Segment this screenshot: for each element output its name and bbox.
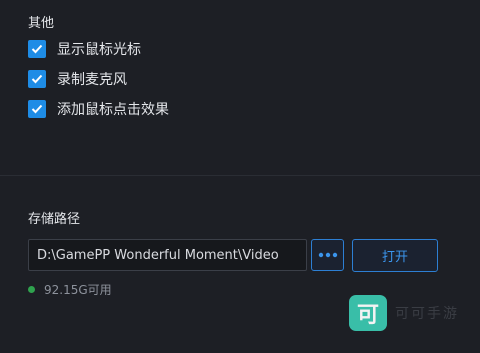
- checkbox-click-effect[interactable]: [28, 100, 46, 118]
- watermark-text: 可可手游: [395, 306, 459, 322]
- browse-folder-button[interactable]: [311, 239, 344, 271]
- checkbox-click-effect-row[interactable]: 添加鼠标点击效果: [28, 99, 169, 119]
- checkbox-show-cursor[interactable]: [28, 40, 46, 58]
- checkbox-label: 添加鼠标点击效果: [57, 102, 169, 118]
- ellipsis-icon: [318, 252, 337, 258]
- other-section-title: 其他: [28, 16, 55, 31]
- watermark-logo: 可: [349, 295, 387, 331]
- checkbox-label: 录制麦克风: [57, 72, 127, 88]
- section-divider: [0, 175, 480, 176]
- checkbox-record-mic-row[interactable]: 录制麦克风: [28, 69, 127, 89]
- checkbox-record-mic[interactable]: [28, 70, 46, 88]
- checkbox-label: 显示鼠标光标: [57, 42, 141, 58]
- check-icon: [31, 74, 43, 84]
- save-path-input[interactable]: [28, 239, 307, 271]
- disk-space-status: 92.15G可用: [28, 281, 112, 297]
- check-icon: [31, 104, 43, 114]
- storage-section-title: 存储路径: [28, 212, 81, 227]
- checkbox-show-cursor-row[interactable]: 显示鼠标光标: [28, 39, 141, 59]
- status-dot-icon: [28, 285, 35, 293]
- available-space-text: 92.15G可用: [44, 282, 112, 297]
- open-folder-button[interactable]: 打开: [352, 239, 438, 272]
- check-icon: [31, 44, 43, 54]
